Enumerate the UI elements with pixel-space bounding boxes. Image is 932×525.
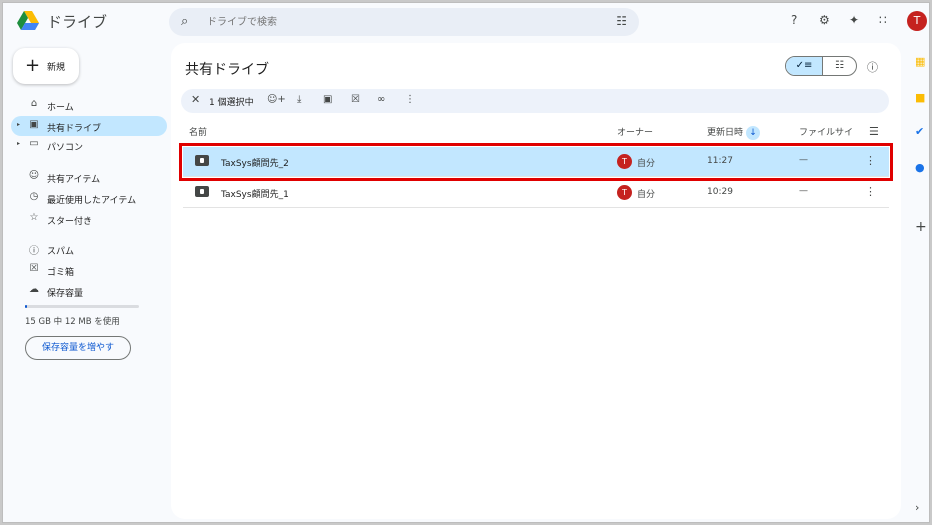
- home-icon: ⌂: [30, 98, 38, 109]
- table-row[interactable]: TaxSys顧問先_2 T 自分 11:27 — ⋮: [179, 143, 893, 181]
- owner-name: 自分: [637, 190, 656, 200]
- owner-avatar: T: [617, 154, 632, 169]
- column-header-owner[interactable]: オーナー: [617, 125, 653, 138]
- page-title: 共有ドライブ: [185, 62, 269, 78]
- keep-icon[interactable]: ■: [915, 91, 925, 104]
- file-size: —: [799, 155, 808, 165]
- trash-icon: ☒: [29, 263, 39, 274]
- view-toggle[interactable]: ✓≡ ☷: [785, 56, 857, 76]
- sort-options-icon[interactable]: ☰: [869, 125, 879, 138]
- sidebar-item-storage[interactable]: ☁ 保存容量: [11, 281, 167, 301]
- more-options-icon[interactable]: ⋮: [865, 154, 876, 167]
- expand-panel-icon[interactable]: ›: [915, 501, 919, 514]
- shared-drive-icon: [195, 155, 209, 166]
- cloud-icon: ☁: [29, 284, 39, 295]
- calendar-icon[interactable]: ▦: [915, 55, 925, 68]
- expand-caret-icon[interactable]: ▸: [17, 140, 20, 147]
- spam-icon: ⓘ: [29, 246, 39, 257]
- sidebar-item-label: スター付き: [47, 217, 93, 227]
- link-icon[interactable]: ∞: [377, 94, 385, 105]
- drive-logo-icon[interactable]: [17, 11, 39, 30]
- info-icon[interactable]: ⓘ: [867, 59, 878, 75]
- sidebar-item-home[interactable]: ⌂ ホーム: [11, 95, 167, 115]
- get-more-storage-button[interactable]: 保存容量を増やす: [25, 336, 131, 360]
- storage-meter-fill: [25, 305, 27, 308]
- sidebar-item-label: 共有アイテム: [47, 175, 101, 185]
- expand-caret-icon[interactable]: ▸: [17, 121, 20, 128]
- sidebar-item-shared-with-me[interactable]: ☺ 共有アイテム: [11, 167, 167, 187]
- sidebar-item-shared-drives[interactable]: ▸ ▣ 共有ドライブ: [11, 116, 167, 136]
- modified-time: 10:29: [707, 187, 733, 197]
- contacts-icon[interactable]: ●: [915, 161, 925, 174]
- tasks-icon[interactable]: ✔: [915, 125, 924, 138]
- column-header-modified[interactable]: 更新日時 ↓: [707, 125, 761, 140]
- more-actions-icon[interactable]: ⋮: [405, 94, 415, 105]
- move-icon[interactable]: ▣: [323, 94, 332, 105]
- sidebar-item-label: 保存容量: [47, 289, 84, 299]
- top-bar: ドライブ ⌕ ☷ ? ⚙ ✦ ∷ T: [3, 3, 929, 39]
- shared-drive-icon: [195, 186, 209, 197]
- selection-toolbar: ✕ 1 個選択中 ☺+ ⤓ ▣ ☒ ∞ ⋮: [181, 89, 889, 113]
- item-name: TaxSys顧問先_2: [221, 159, 289, 169]
- item-name: TaxSys顧問先_1: [221, 190, 289, 200]
- selection-count: 1 個選択中: [209, 98, 254, 108]
- file-size: —: [799, 186, 808, 196]
- sidebar-item-trash[interactable]: ☒ ゴミ箱: [11, 260, 167, 280]
- sidebar-item-label: パソコン: [47, 143, 84, 153]
- star-icon: ☆: [29, 212, 39, 223]
- share-icon[interactable]: ☺+: [267, 94, 286, 105]
- people-icon: ☺: [28, 170, 40, 181]
- help-icon[interactable]: ?: [791, 13, 797, 27]
- new-button[interactable]: + 新規: [13, 48, 79, 84]
- drive-window: ドライブ ⌕ ☷ ? ⚙ ✦ ∷ T + 新規 ⌂ ホーム ▸ ▣ 共有ドライブ…: [2, 2, 930, 523]
- sidebar-item-label: スパム: [47, 247, 75, 257]
- search-icon[interactable]: ⌕: [181, 14, 188, 29]
- trash-icon[interactable]: ☒: [351, 94, 360, 105]
- sidebar-item-label: ゴミ箱: [47, 268, 75, 278]
- add-addon-icon[interactable]: +: [915, 219, 927, 235]
- sidebar-item-recent[interactable]: ◷ 最近使用したアイテム: [11, 188, 167, 208]
- storage-usage-text: 15 GB 中 12 MB を使用: [25, 317, 120, 327]
- column-header-name[interactable]: 名前: [189, 125, 207, 138]
- storage-meter: [25, 305, 139, 308]
- account-avatar[interactable]: T: [907, 11, 927, 31]
- search-input[interactable]: [207, 14, 587, 30]
- plus-icon: +: [25, 55, 41, 76]
- search-options-icon[interactable]: ☷: [616, 14, 627, 28]
- new-button-label: 新規: [47, 63, 66, 73]
- download-icon[interactable]: ⤓: [297, 94, 301, 105]
- app-name[interactable]: ドライブ: [47, 11, 107, 32]
- sidebar-item-label: 最近使用したアイテム: [47, 196, 137, 206]
- main-panel: 共有ドライブ ✓≡ ☷ ⓘ ✕ 1 個選択中 ☺+ ⤓ ▣ ☒ ∞ ⋮ 名前 オ…: [171, 43, 901, 519]
- column-header-label: 更新日時: [707, 128, 744, 138]
- owner-avatar: T: [617, 185, 632, 200]
- sidebar-item-computers[interactable]: ▸ ▭ パソコン: [11, 135, 167, 155]
- clear-selection-icon[interactable]: ✕: [191, 93, 200, 106]
- more-options-icon[interactable]: ⋮: [865, 185, 876, 198]
- shared-drive-icon: ▣: [29, 119, 39, 130]
- column-header-size[interactable]: ファイルサイ: [799, 125, 853, 138]
- sort-direction-icon[interactable]: ↓: [746, 126, 761, 140]
- sidebar-item-spam[interactable]: ⓘ スパム: [11, 239, 167, 259]
- modified-time: 11:27: [707, 156, 733, 166]
- owner-name: 自分: [637, 159, 656, 169]
- sidebar-item-label: 共有ドライブ: [47, 124, 102, 134]
- gemini-icon[interactable]: ✦: [849, 13, 859, 27]
- settings-icon[interactable]: ⚙: [819, 13, 830, 27]
- grid-view-icon[interactable]: ☷: [822, 57, 856, 75]
- list-view-icon[interactable]: ✓≡: [786, 57, 822, 75]
- sidebar-item-label: ホーム: [47, 103, 74, 113]
- table-row[interactable]: TaxSys顧問先_1 T 自分 10:29 — ⋮: [183, 178, 889, 208]
- computer-icon: ▭: [29, 138, 39, 149]
- clock-icon: ◷: [29, 191, 39, 202]
- apps-icon[interactable]: ∷: [879, 13, 887, 27]
- sidebar-item-starred[interactable]: ☆ スター付き: [11, 209, 167, 229]
- search-box[interactable]: ⌕ ☷: [169, 8, 639, 36]
